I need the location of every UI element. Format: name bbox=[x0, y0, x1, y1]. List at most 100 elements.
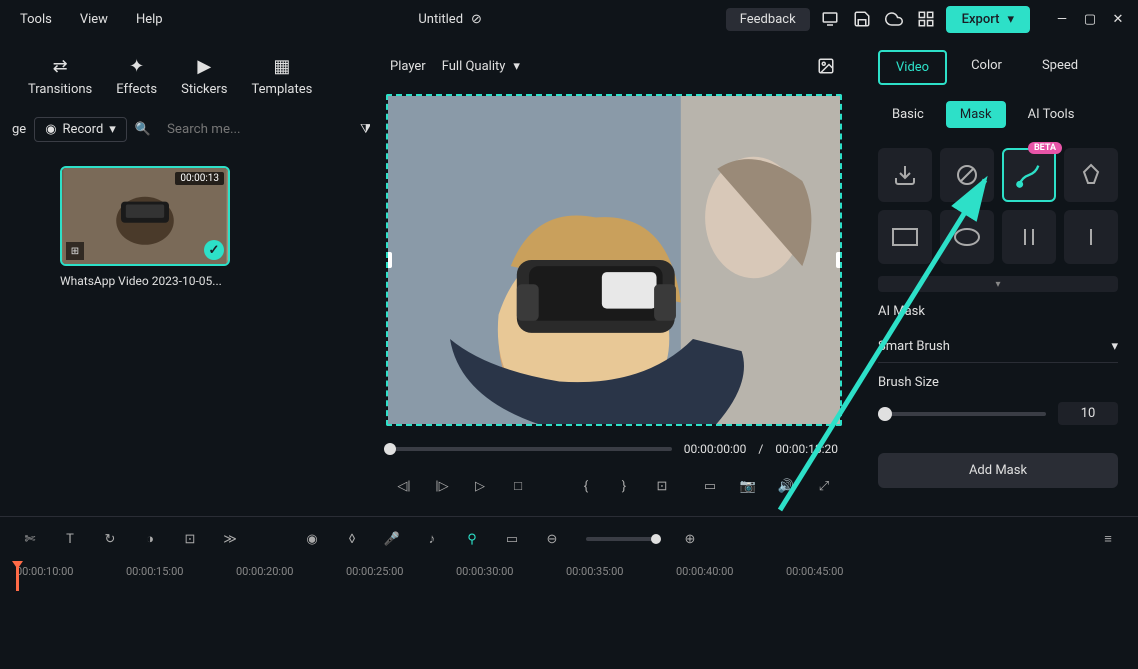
prev-frame-icon[interactable]: ◁| bbox=[390, 472, 418, 500]
tab-transitions[interactable]: ⇄Transitions bbox=[20, 50, 100, 101]
cut-icon[interactable]: ✄ bbox=[16, 525, 44, 553]
camera-icon[interactable]: 📷 bbox=[734, 472, 762, 500]
zoom-in-icon[interactable]: ⊕ bbox=[676, 525, 704, 553]
tab-effects[interactable]: ✦Effects bbox=[108, 50, 165, 101]
list-view-icon[interactable]: ≡ bbox=[1094, 525, 1122, 553]
mask-rectangle[interactable] bbox=[878, 210, 932, 264]
scrubber[interactable] bbox=[390, 447, 672, 451]
monitor-icon[interactable] bbox=[818, 7, 842, 31]
ruler-tick: 00:00:40:00 bbox=[676, 565, 786, 578]
subtab-mask[interactable]: Mask bbox=[946, 101, 1006, 128]
menu-tools[interactable]: Tools bbox=[8, 8, 64, 31]
zoom-knob[interactable] bbox=[651, 534, 661, 544]
palette-icon[interactable]: ◑ bbox=[136, 525, 164, 553]
mark-out-icon[interactable]: } bbox=[610, 472, 638, 500]
brush-size-label: Brush Size bbox=[878, 375, 1118, 390]
mask-pen[interactable] bbox=[1064, 148, 1118, 202]
menu-view[interactable]: View bbox=[68, 8, 120, 31]
refresh-icon[interactable]: ↻ bbox=[96, 525, 124, 553]
feedback-button[interactable]: Feedback bbox=[726, 8, 810, 31]
time-separator: / bbox=[758, 442, 763, 456]
playhead[interactable] bbox=[16, 561, 19, 591]
tab-templates[interactable]: ▦Templates bbox=[244, 50, 321, 101]
cloud-icon[interactable] bbox=[882, 7, 906, 31]
snapshot-icon[interactable] bbox=[814, 54, 838, 78]
smart-brush-selector[interactable]: Smart Brush▾ bbox=[878, 331, 1118, 363]
marker-icon[interactable]: ◊ bbox=[338, 525, 366, 553]
unsaved-icon: ⊘ bbox=[471, 12, 482, 27]
tab-stickers[interactable]: ▶Stickers bbox=[173, 50, 235, 101]
step-back-icon[interactable]: |▷ bbox=[428, 472, 456, 500]
crop-tl-icon[interactable]: ⊡ bbox=[176, 525, 204, 553]
mask-import[interactable] bbox=[878, 148, 932, 202]
beta-badge: BETA bbox=[1028, 142, 1062, 154]
grid-icon[interactable] bbox=[914, 7, 938, 31]
export-button[interactable]: Export▾ bbox=[946, 6, 1030, 33]
window-controls: — ▢ ✕ bbox=[1050, 7, 1130, 31]
effects-icon: ✦ bbox=[125, 54, 149, 78]
volume-icon[interactable]: 🔊 bbox=[772, 472, 800, 500]
right-controls: Feedback Export▾ — ▢ ✕ bbox=[726, 6, 1130, 33]
search-input[interactable] bbox=[159, 118, 352, 141]
play-icon[interactable]: ▷ bbox=[466, 472, 494, 500]
resize-handle-left[interactable] bbox=[386, 252, 392, 268]
transitions-icon: ⇄ bbox=[48, 54, 72, 78]
brush-size-slider[interactable] bbox=[878, 412, 1046, 416]
mask-shapes-grid: BETA bbox=[878, 148, 1118, 264]
video-preview[interactable] bbox=[386, 94, 842, 426]
timeline-ruler[interactable]: 00:00:10:00 00:00:15:00 00:00:20:00 00:0… bbox=[0, 561, 1138, 582]
mask-ellipse[interactable] bbox=[940, 210, 994, 264]
mask-single-line[interactable] bbox=[1064, 210, 1118, 264]
add-mask-button[interactable]: Add Mask bbox=[878, 453, 1118, 488]
ruler-tick: 00:00:45:00 bbox=[786, 565, 896, 578]
subtab-basic[interactable]: Basic bbox=[878, 101, 938, 128]
subtab-ai-tools[interactable]: AI Tools bbox=[1014, 101, 1089, 128]
minimize-button[interactable]: — bbox=[1050, 7, 1074, 31]
record-button[interactable]: ◉Record▾ bbox=[34, 117, 127, 142]
library-tabs: ⇄Transitions ✦Effects ▶Stickers ▦Templat… bbox=[0, 38, 370, 109]
brush-size-value[interactable]: 10 bbox=[1058, 402, 1118, 425]
tab-video[interactable]: Video bbox=[878, 50, 947, 85]
player-controls: ◁| |▷ ▷ □ { } ⊡ ▭ 📷 🔊 ⤢ bbox=[378, 464, 850, 508]
search-icon: 🔍 bbox=[135, 122, 151, 137]
mark-in-icon[interactable]: { bbox=[572, 472, 600, 500]
resize-handle-right[interactable] bbox=[836, 252, 842, 268]
stickers-icon: ▶ bbox=[192, 54, 216, 78]
timeline: ✄ T ↻ ◑ ⊡ ≫ ◉ ◊ 🎤 ♪ ⚲ ▭ ⊖ ⊕ ≡ 00:00:10:0… bbox=[0, 516, 1138, 669]
link-icon[interactable]: ▭ bbox=[498, 525, 526, 553]
magnetic-icon[interactable]: ⚲ bbox=[458, 525, 486, 553]
menu-help[interactable]: Help bbox=[124, 8, 175, 31]
zoom-out-icon[interactable]: ⊖ bbox=[538, 525, 566, 553]
tab-speed[interactable]: Speed bbox=[1026, 50, 1094, 85]
top-bar: Tools View Help Untitled ⊘ Feedback Expo… bbox=[0, 0, 1138, 38]
close-button[interactable]: ✕ bbox=[1106, 7, 1130, 31]
player-label: Player bbox=[390, 59, 426, 74]
clip-added-icon: ✓ bbox=[204, 240, 224, 260]
scrubber-handle[interactable] bbox=[384, 443, 396, 455]
expand-masks[interactable]: ▾ bbox=[878, 276, 1118, 292]
crop-icon[interactable]: ⊡ bbox=[648, 472, 676, 500]
music-icon[interactable]: ♪ bbox=[418, 525, 446, 553]
mask-brush[interactable]: BETA bbox=[1002, 148, 1056, 202]
video-subtabs: Basic Mask AI Tools bbox=[878, 101, 1118, 128]
text-icon[interactable]: T bbox=[56, 525, 84, 553]
preview-frame bbox=[388, 96, 840, 424]
mask-double-line[interactable] bbox=[1002, 210, 1056, 264]
player-header: Player Full Quality▾ bbox=[378, 46, 850, 86]
chevron-down-icon: ▾ bbox=[1007, 12, 1014, 27]
media-clip[interactable]: 00:00:13 ⊞ ✓ bbox=[60, 166, 230, 266]
mask-none[interactable] bbox=[940, 148, 994, 202]
save-icon[interactable] bbox=[850, 7, 874, 31]
current-time: 00:00:00:00 bbox=[684, 442, 747, 456]
fullscreen-icon[interactable]: ⤢ bbox=[810, 472, 838, 500]
render-icon[interactable]: ◉ bbox=[298, 525, 326, 553]
more-tools-icon[interactable]: ≫ bbox=[216, 525, 244, 553]
tab-color[interactable]: Color bbox=[955, 50, 1018, 85]
slider-knob[interactable] bbox=[878, 407, 892, 421]
stop-icon[interactable]: □ bbox=[504, 472, 532, 500]
quality-selector[interactable]: Full Quality▾ bbox=[442, 59, 520, 74]
zoom-slider[interactable] bbox=[586, 537, 656, 541]
display-icon[interactable]: ▭ bbox=[696, 472, 724, 500]
maximize-button[interactable]: ▢ bbox=[1078, 7, 1102, 31]
mic-icon[interactable]: 🎤 bbox=[378, 525, 406, 553]
